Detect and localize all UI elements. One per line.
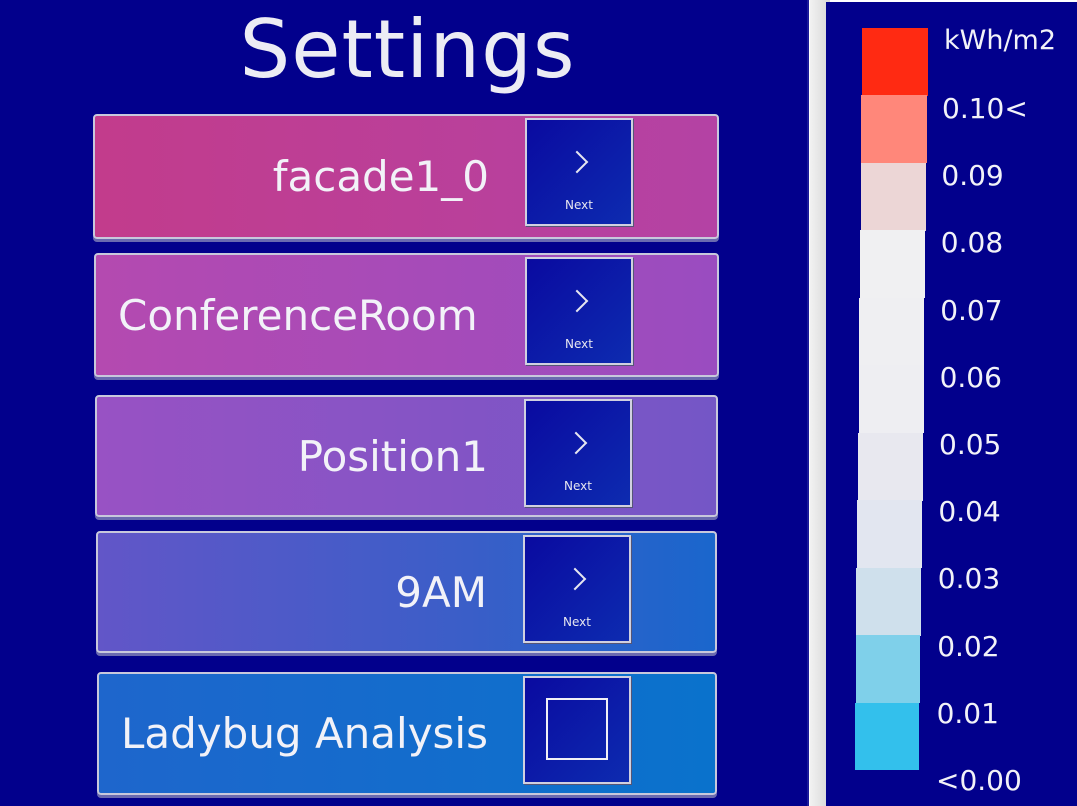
legend-label: 0.05 (939, 428, 1002, 461)
analysis-row: Ladybug Analysis (97, 672, 717, 795)
time-row: 9AM Next (96, 531, 717, 653)
chevron-right-icon (563, 567, 587, 591)
checkbox-box-icon (546, 698, 608, 760)
legend-swatch (858, 365, 924, 434)
legend-label: 0.10< (942, 92, 1028, 125)
analysis-label: Ladybug Analysis (121, 709, 488, 758)
time-next-button[interactable]: Next (523, 535, 631, 643)
chevron-right-icon (565, 150, 589, 174)
time-value: 9AM (395, 567, 487, 617)
legend-label: 0.09 (941, 159, 1004, 193)
chevron-right-icon (564, 431, 588, 455)
legend-swatch (859, 230, 926, 299)
location-row: facade1_0 Next (93, 114, 719, 239)
legend-label: 0.06 (939, 360, 1002, 394)
legend-label: 0.08 (940, 226, 1004, 260)
room-row: ConferenceRoom Next (94, 253, 719, 377)
legend-unit: kWh/m2 (944, 25, 1057, 56)
settings-panel: Settings facade1_0 Next ConferenceRoom N… (0, 0, 809, 806)
location-next-button[interactable]: Next (525, 118, 633, 226)
legend-label: 0.07 (940, 293, 1003, 327)
legend-swatch (856, 567, 921, 636)
next-button-label: Next (563, 615, 591, 629)
legend-swatch (860, 162, 927, 231)
room-value: ConferenceRoom (118, 290, 478, 340)
legend-label: 0.04 (938, 495, 1001, 529)
next-button-label: Next (564, 479, 592, 493)
legend-label: 0.03 (937, 562, 1001, 596)
legend-swatch (857, 500, 922, 569)
settings-title: Settings (239, 3, 576, 96)
position-row: Position1 Next (95, 395, 718, 517)
room-next-button[interactable]: Next (525, 257, 633, 365)
legend-label: <0.00 (936, 764, 1022, 797)
legend-swatch (861, 95, 928, 164)
legend-swatch (859, 297, 925, 366)
legend-label: 0.02 (937, 629, 1000, 663)
legend-swatch (857, 432, 923, 501)
legend-swatch (855, 635, 920, 704)
position-next-button[interactable]: Next (524, 399, 632, 507)
legend-swatch (855, 702, 919, 771)
analysis-checkbox[interactable] (523, 676, 631, 784)
next-button-label: Next (565, 337, 593, 351)
legend-swatch (862, 28, 928, 96)
position-value: Position1 (297, 431, 488, 481)
chevron-right-icon (565, 289, 589, 313)
next-button-label: Next (565, 198, 593, 212)
legend-label: 0.01 (936, 696, 999, 730)
location-value: facade1_0 (272, 152, 489, 201)
